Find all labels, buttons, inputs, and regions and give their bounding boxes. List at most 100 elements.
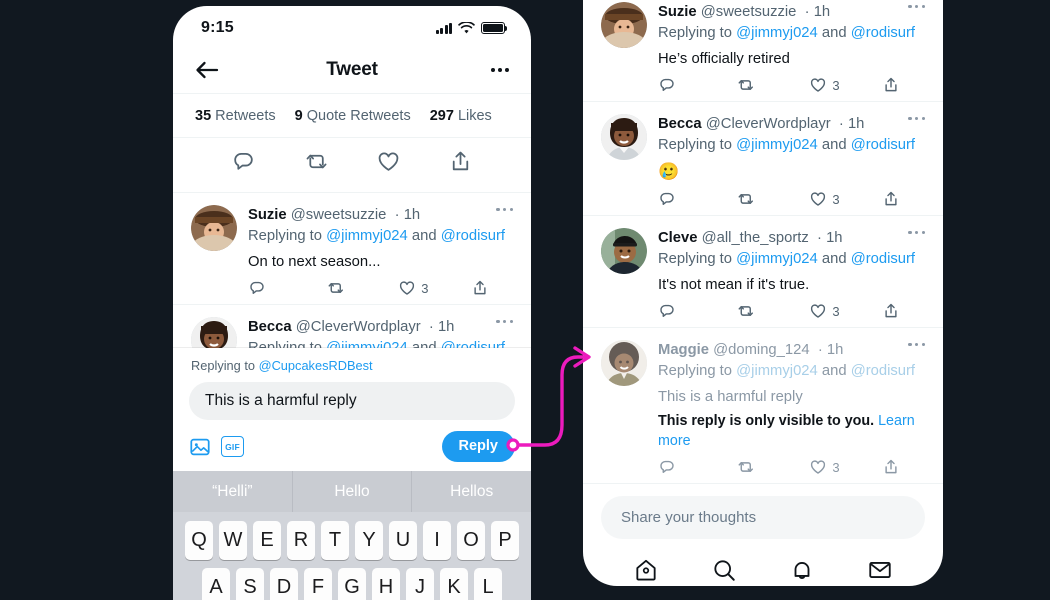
key-g[interactable]: G: [338, 568, 366, 600]
more-horizontal-icon[interactable]: [496, 320, 513, 324]
reply-item-becca[interactable]: Becca @CleverWordplayr · 1h Replying to …: [583, 102, 943, 215]
avatar[interactable]: [601, 340, 647, 386]
reply-input[interactable]: This is a harmful reply: [189, 382, 515, 420]
reply-item-maggie-limited[interactable]: Maggie @doming_124 · 1h Replying to @jim…: [583, 328, 943, 483]
timestamp: 1h: [847, 116, 865, 132]
key-a[interactable]: A: [202, 568, 230, 600]
key-w[interactable]: W: [219, 521, 247, 560]
reply-icon[interactable]: [658, 302, 736, 320]
signal-bars-icon: [435, 22, 452, 34]
keyboard-row-1: Q W E R T Y U I O P: [173, 512, 531, 560]
key-j[interactable]: J: [406, 568, 434, 600]
retweet-icon[interactable]: [736, 458, 809, 476]
key-u[interactable]: U: [389, 521, 417, 560]
share-input[interactable]: Share your thoughts: [601, 496, 925, 539]
gif-icon[interactable]: GIF: [221, 436, 244, 457]
key-o[interactable]: O: [457, 521, 485, 560]
key-i[interactable]: I: [423, 521, 451, 560]
retweet-icon[interactable]: [326, 279, 399, 297]
image-icon[interactable]: [189, 436, 211, 458]
replying-prefix: Replying to: [658, 137, 737, 153]
author-handle: @sweetsuzzie: [700, 4, 797, 20]
mention-link[interactable]: @rodisurf: [851, 363, 915, 379]
mention-link[interactable]: @rodisurf: [851, 251, 915, 267]
like-icon[interactable]: 3: [809, 458, 882, 476]
retweet-icon[interactable]: [736, 76, 809, 94]
reply-item-suzie[interactable]: Suzie @sweetsuzzie · 1h Replying to @jim…: [583, 0, 943, 101]
more-horizontal-icon[interactable]: [908, 117, 925, 121]
avatar[interactable]: [601, 228, 647, 274]
timestamp: 1h: [437, 319, 455, 335]
share-icon[interactable]: [471, 279, 489, 297]
key-f[interactable]: F: [304, 568, 332, 600]
mention-link[interactable]: @jimmyj024: [736, 25, 818, 41]
bell-icon[interactable]: [789, 557, 815, 586]
share-icon[interactable]: [882, 458, 900, 476]
stat-retweets[interactable]: 35 Retweets: [195, 108, 276, 124]
avatar[interactable]: [191, 205, 237, 251]
replying-to-line: Replying to @jimmyj024 and @rodisurf: [658, 23, 925, 43]
stat-quote-retweets[interactable]: 9 Quote Retweets: [295, 108, 411, 124]
key-h[interactable]: H: [372, 568, 400, 600]
like-icon[interactable]: 3: [809, 76, 882, 94]
share-icon[interactable]: [882, 302, 900, 320]
reply-action-bar: 3: [658, 302, 925, 320]
mention-link[interactable]: @CupcakesRDBest: [259, 358, 373, 373]
reply-item-suzie[interactable]: Suzie @sweetsuzzie · 1h Replying to @jim…: [173, 193, 531, 304]
like-icon[interactable]: 3: [809, 302, 882, 320]
mention-link[interactable]: @jimmyj024: [736, 137, 818, 153]
reply-button[interactable]: Reply: [441, 431, 515, 462]
more-horizontal-icon[interactable]: [908, 343, 925, 347]
mention-link[interactable]: @rodisurf: [851, 25, 915, 41]
key-l[interactable]: L: [474, 568, 502, 600]
more-horizontal-icon[interactable]: [490, 67, 509, 72]
key-k[interactable]: K: [440, 568, 468, 600]
retweet-icon[interactable]: [736, 190, 809, 208]
key-e[interactable]: E: [253, 521, 281, 560]
mention-link[interactable]: @rodisurf: [851, 137, 915, 153]
mail-icon[interactable]: [867, 557, 893, 586]
mention-link[interactable]: @jimmyj024: [736, 251, 818, 267]
key-y[interactable]: Y: [355, 521, 383, 560]
share-icon[interactable]: [882, 190, 900, 208]
nav-bar: Tweet: [173, 46, 531, 93]
suggestion-2[interactable]: Hellos: [411, 471, 531, 512]
reply-item-cleve[interactable]: Cleve @all_the_sportz · 1h Replying to @…: [583, 216, 943, 327]
more-horizontal-icon[interactable]: [496, 208, 513, 212]
reply-icon[interactable]: [248, 279, 326, 297]
back-arrow-icon[interactable]: [195, 60, 219, 80]
key-t[interactable]: T: [321, 521, 349, 560]
reply-icon[interactable]: [658, 458, 736, 476]
search-icon[interactable]: [711, 557, 737, 586]
suggestion-0[interactable]: “Helli”: [173, 471, 292, 512]
key-r[interactable]: R: [287, 521, 315, 560]
more-horizontal-icon[interactable]: [908, 5, 925, 9]
reply-icon[interactable]: [231, 149, 256, 179]
avatar[interactable]: [601, 114, 647, 160]
like-count: 3: [832, 459, 840, 475]
reply-icon[interactable]: [658, 190, 736, 208]
stat-likes[interactable]: 297 Likes: [430, 108, 492, 124]
more-horizontal-icon[interactable]: [908, 231, 925, 235]
like-icon[interactable]: 3: [398, 279, 471, 297]
replying-conjunction: and: [817, 251, 851, 267]
like-icon[interactable]: [376, 149, 401, 179]
status-icons: [435, 21, 508, 35]
retweet-icon[interactable]: [736, 302, 809, 320]
key-q[interactable]: Q: [185, 521, 213, 560]
key-p[interactable]: P: [491, 521, 519, 560]
key-d[interactable]: D: [270, 568, 298, 600]
retweet-icon[interactable]: [303, 149, 328, 179]
share-icon[interactable]: [448, 149, 473, 179]
like-icon[interactable]: 3: [809, 190, 882, 208]
home-icon[interactable]: [633, 557, 659, 586]
mention-link[interactable]: @rodisurf: [441, 228, 505, 244]
suggestion-1[interactable]: Hello: [291, 471, 412, 512]
share-icon[interactable]: [882, 76, 900, 94]
reply-action-bar: 3: [658, 76, 925, 94]
avatar[interactable]: [601, 2, 647, 48]
mention-link[interactable]: @jimmyj024: [736, 363, 818, 379]
key-s[interactable]: S: [236, 568, 264, 600]
mention-link[interactable]: @jimmyj024: [326, 228, 408, 244]
reply-icon[interactable]: [658, 76, 736, 94]
